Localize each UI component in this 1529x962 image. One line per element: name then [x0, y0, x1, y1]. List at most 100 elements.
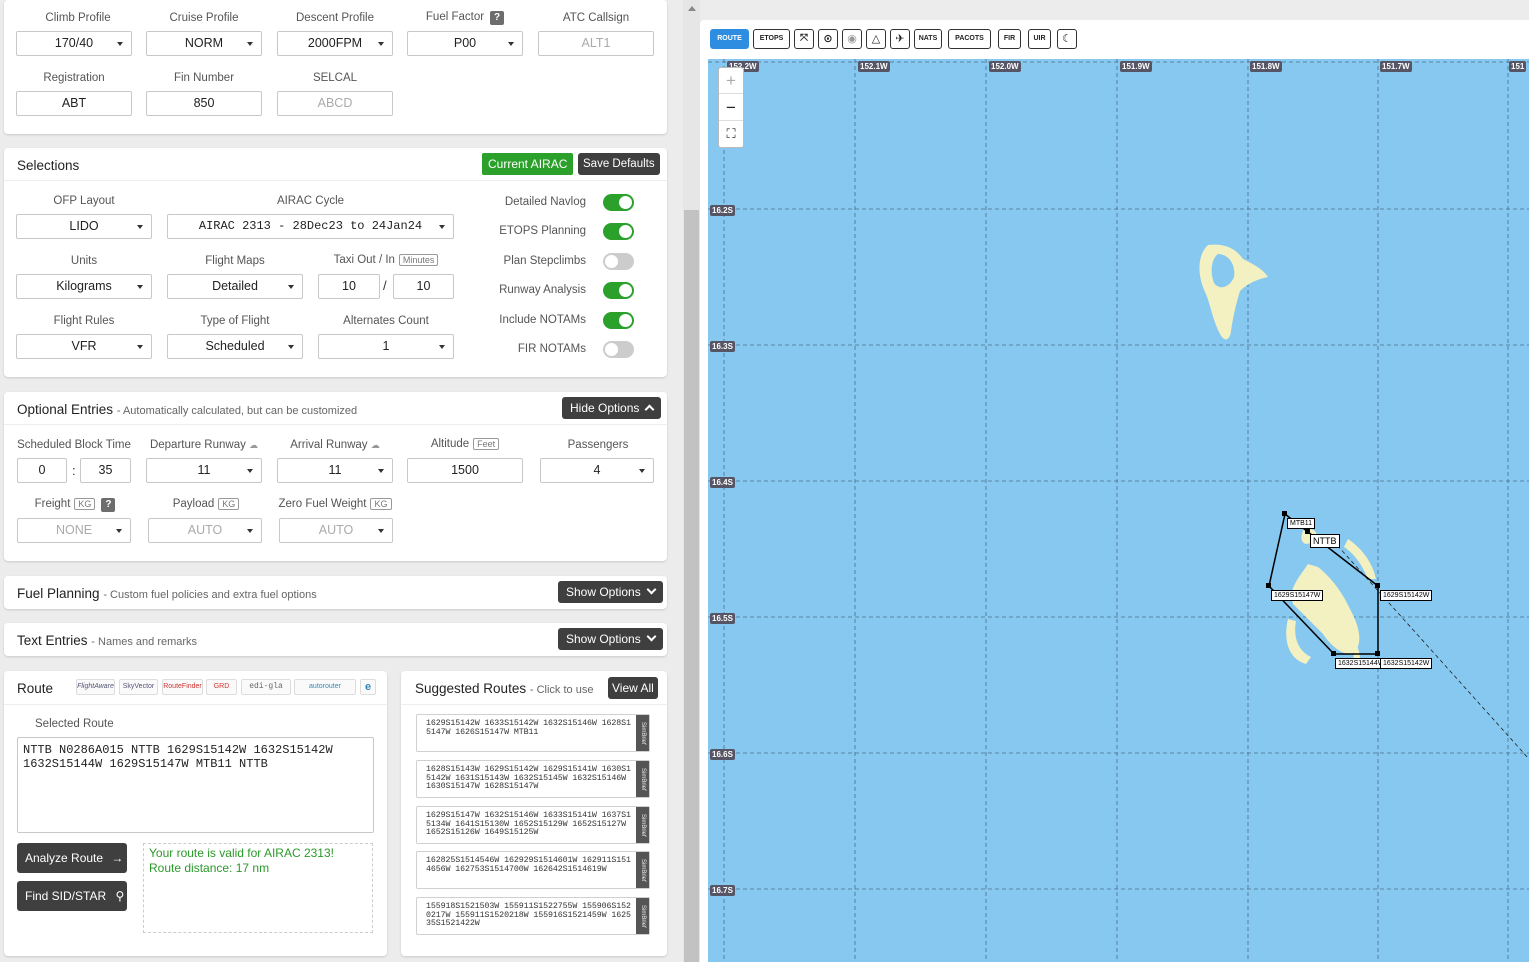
uir-layer-button[interactable]: UIR [1028, 29, 1051, 49]
detailed-navlog-toggle[interactable] [603, 194, 634, 211]
help-icon[interactable]: ? [490, 11, 505, 25]
taxi-out-input[interactable]: 10 [318, 274, 380, 299]
descent-profile-select[interactable]: 2000FPM [277, 31, 393, 56]
waypoint-marker [1375, 583, 1380, 588]
waypoint-label: 1629S15147W [1271, 590, 1324, 601]
fin-number-label: Fin Number [173, 72, 235, 84]
fir-layer-button[interactable]: FIR [998, 29, 1021, 49]
routefinder-logo[interactable]: RouteFinder [162, 679, 203, 695]
search-icon: ⚲ [115, 889, 125, 903]
atc-callsign-input[interactable]: ALT1 [538, 31, 654, 56]
save-defaults-button[interactable]: Save Defaults [578, 153, 660, 175]
divider [4, 180, 667, 181]
include-notams-label: Include NOTAMs [499, 314, 586, 326]
zoom-in-button[interactable]: + [719, 68, 743, 94]
text-entries-title: Text Entries - Names and remarks [17, 633, 198, 648]
zoom-out-button[interactable]: − [719, 94, 743, 121]
flight-rules-select[interactable]: VFR [16, 334, 152, 359]
registration-input[interactable]: ABT [16, 91, 132, 116]
waypoint-marker [1375, 651, 1380, 656]
passengers-label: Passengers [567, 439, 629, 451]
taxi-label: Taxi Out / In Minutes [318, 254, 454, 266]
include-notams-toggle[interactable] [603, 312, 634, 329]
find-sid-star-button[interactable]: Find SID/STAR ⚲ [17, 881, 127, 911]
freight-select[interactable]: NONE [17, 518, 131, 543]
plan-stepclimbs-label: Plan Stepclimbs [503, 255, 586, 267]
units-select[interactable]: Kilograms [16, 274, 152, 299]
suggested-route-item[interactable]: 1629S15142W 1633S15142W 1632S15146W 1628… [416, 714, 650, 752]
taxi-in-input[interactable]: 10 [393, 274, 454, 299]
text-show-options-button[interactable]: Show Options [558, 628, 663, 650]
chevron-up-icon [644, 404, 655, 415]
block-minutes-input[interactable]: 35 [80, 458, 131, 483]
scrollbar-track[interactable] [683, 0, 700, 962]
arrival-runway-select[interactable]: 11 [277, 458, 393, 483]
map-canvas[interactable] [708, 59, 1529, 962]
route-layer-button[interactable]: ROUTE [710, 29, 749, 49]
divider [401, 704, 667, 705]
waypoint-marker [1331, 651, 1336, 656]
fuel-factor-select[interactable]: P00 [407, 31, 523, 56]
waypoints-icon[interactable]: ⤧ [794, 29, 814, 49]
divider [4, 424, 667, 425]
passengers-select[interactable]: 4 [540, 458, 654, 483]
chevron-down-icon [646, 631, 657, 642]
suggested-route-item[interactable]: 155918S1521503W 155911S1522755W 155906S1… [416, 897, 650, 935]
fin-number-input[interactable]: 850 [146, 91, 262, 116]
e-logo[interactable]: e [360, 679, 376, 695]
ofp-layout-select[interactable]: LIDO [16, 214, 152, 239]
flightaware-logo[interactable]: FlightAware [76, 679, 115, 695]
fuel-show-options-button[interactable]: Show Options [558, 581, 663, 603]
route-valid-message: Your route is valid for AIRAC 2313! [149, 846, 334, 860]
departure-runway-select[interactable]: 11 [146, 458, 262, 483]
runway-analysis-toggle[interactable] [603, 282, 634, 299]
payload-select[interactable]: AUTO [148, 518, 262, 543]
scrollbar-thumb[interactable] [684, 210, 699, 962]
descent-profile-label: Descent Profile [296, 12, 374, 24]
suggested-route-item[interactable]: 1629S15147W 1632S15146W 1633S15141W 1637… [416, 806, 650, 844]
view-all-button[interactable]: View All [608, 677, 658, 699]
cruise-profile-select[interactable]: NORM [146, 31, 262, 56]
lon-label: 151.8W [1250, 61, 1282, 72]
suggested-route-item[interactable]: 162825S1514546W 162929S1514601W 162911S1… [416, 851, 650, 889]
grd-logo[interactable]: GRD [206, 679, 237, 695]
altitude-input[interactable]: 1500 [407, 458, 523, 483]
fuel-factor-label: Fuel Factor? [407, 11, 523, 25]
airac-cycle-select[interactable]: AIRAC 2313 - 28Dec23 to 24Jan24 [167, 214, 454, 239]
etops-layer-button[interactable]: ETOPS [753, 29, 790, 49]
type-of-flight-select[interactable]: Scheduled [167, 334, 303, 359]
autorouter-logo[interactable]: autorouter [294, 679, 356, 695]
freight-label: Freight KG? [17, 498, 133, 512]
current-airac-button[interactable]: Current AIRAC [482, 153, 574, 175]
pacots-layer-button[interactable]: PACOTS [948, 29, 991, 49]
edi-gla-logo[interactable]: edi-gla [241, 679, 291, 695]
selcal-input[interactable]: ABCD [277, 91, 393, 116]
night-mode-icon[interactable]: ☾ [1057, 29, 1077, 49]
ndb-icon[interactable]: ◉ [842, 29, 862, 49]
route-textarea[interactable]: NTTB N0286A015 NTTB 1629S15142W 1632S151… [17, 737, 374, 833]
fullscreen-icon[interactable]: ⛶ [719, 121, 743, 147]
block-hours-input[interactable]: 0 [17, 458, 67, 483]
nats-layer-button[interactable]: NATS [914, 29, 942, 49]
vor-icon[interactable]: ⊙ [818, 29, 838, 49]
skyvector-logo[interactable]: SkyVector [119, 679, 158, 695]
flight-maps-select[interactable]: Detailed [167, 274, 303, 299]
arrow-right-icon: → [111, 851, 124, 865]
sea [708, 59, 1529, 962]
climb-profile-select[interactable]: 170/40 [16, 31, 132, 56]
fir-notams-toggle[interactable] [603, 341, 634, 358]
hide-options-button[interactable]: Hide Options [562, 397, 662, 419]
navaids-icon[interactable]: ✈ [890, 29, 910, 49]
scroll-up-arrow[interactable] [688, 6, 696, 11]
analyze-route-button[interactable]: Analyze Route → [17, 843, 127, 873]
simbrief-tab: SimBrief [636, 807, 649, 843]
etops-planning-toggle[interactable] [603, 223, 634, 240]
fuel-planning-card: Fuel Planning - Custom fuel policies and… [4, 576, 667, 609]
alternates-count-select[interactable]: 1 [318, 334, 454, 359]
waypoint-marker [1282, 511, 1287, 516]
suggested-route-item[interactable]: 1628S15143W 1629S15142W 1629S15141W 1630… [416, 760, 650, 798]
help-icon[interactable]: ? [101, 498, 116, 512]
zfw-select[interactable]: AUTO [279, 518, 393, 543]
plan-stepclimbs-toggle[interactable] [603, 253, 634, 270]
airports-icon[interactable]: △ [866, 29, 886, 49]
